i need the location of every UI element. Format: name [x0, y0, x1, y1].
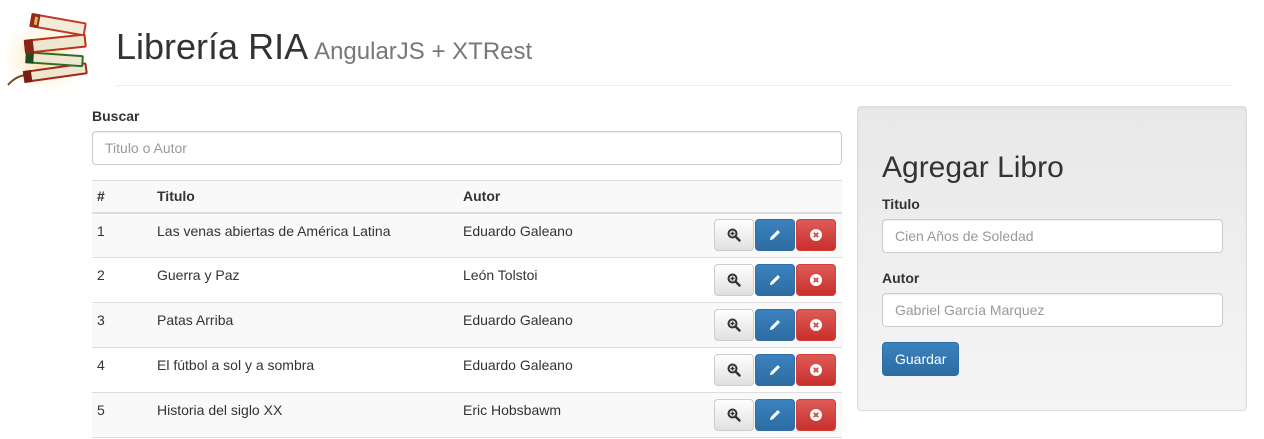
book-number: 3: [92, 302, 152, 348]
view-button[interactable]: [714, 399, 754, 431]
row-actions: [708, 212, 842, 258]
column-header-author: Autor: [458, 180, 708, 214]
book-number: 2: [92, 257, 152, 303]
delete-button[interactable]: [796, 354, 836, 386]
author-field[interactable]: [882, 293, 1223, 327]
delete-button[interactable]: [796, 309, 836, 341]
edit-button[interactable]: [755, 219, 795, 252]
book-author: Eduardo Galeano: [458, 347, 708, 393]
row-actions: [708, 392, 842, 438]
delete-button[interactable]: [796, 219, 836, 252]
app-subtitle: AngularJS + XTRest: [314, 38, 533, 65]
book-title: Las venas abiertas de América Latina: [152, 212, 458, 258]
author-field-label: Autor: [882, 270, 920, 286]
book-title: Historia del siglo XX: [152, 392, 458, 438]
add-book-title: Agregar Libro: [882, 151, 1064, 184]
edit-button[interactable]: [755, 264, 795, 296]
book-author: Eric Hobsbawm: [458, 392, 708, 438]
table-row: 2 Guerra y Paz León Tolstoi: [92, 257, 842, 303]
book-author: León Tolstoi: [458, 257, 708, 303]
title-field-label: Titulo: [882, 196, 920, 212]
delete-button[interactable]: [796, 399, 836, 431]
edit-button[interactable]: [755, 309, 795, 341]
book-title: Guerra y Paz: [152, 257, 458, 303]
table-row: 4 El fútbol a sol y a sombra Eduardo Galea…: [92, 347, 842, 393]
table-header: # Titulo Autor: [92, 180, 842, 214]
table-body: 1 Las venas abiertas de América Latina Edu…: [92, 212, 842, 438]
book-title: El fútbol a sol y a sombra: [152, 347, 458, 393]
row-actions: [708, 257, 842, 303]
save-button[interactable]: Guardar: [882, 342, 960, 376]
column-header-number: #: [92, 180, 152, 214]
view-button[interactable]: [714, 354, 754, 386]
search-label: Buscar: [92, 108, 140, 124]
table-row: 3 Patas Arriba Eduardo Galeano: [92, 302, 842, 348]
view-button[interactable]: [714, 219, 754, 252]
book-title: Patas Arriba: [152, 302, 458, 348]
book-number: 1: [92, 212, 152, 258]
edit-button[interactable]: [755, 354, 795, 386]
view-button[interactable]: [714, 264, 754, 296]
book-author: Eduardo Galeano: [458, 302, 708, 348]
book-number: 4: [92, 347, 152, 393]
row-actions: [708, 347, 842, 393]
column-header-actions: [708, 180, 842, 214]
column-header-title: Titulo: [152, 180, 458, 214]
edit-button[interactable]: [755, 399, 795, 431]
delete-button[interactable]: [796, 264, 836, 296]
page-title: Librería RIA AngularJS + XTRest: [116, 26, 532, 68]
book-author: Eduardo Galeano: [458, 212, 708, 258]
book-number: 5: [92, 392, 152, 438]
table-row: 1 Las venas abiertas de América Latina Edu…: [92, 212, 842, 258]
stacked-books-icon: [4, 3, 100, 91]
books-table: # Titulo Autor 1 Las venas abiertas de Am…: [92, 180, 842, 438]
search-input[interactable]: [92, 131, 842, 165]
title-field[interactable]: [882, 219, 1223, 253]
app-title: Librería RIA: [116, 26, 309, 67]
row-actions: [708, 302, 842, 348]
header-divider: [116, 85, 1232, 86]
add-book-panel: Agregar Libro Titulo Autor Guardar: [857, 106, 1247, 411]
table-row: 5 Historia del siglo XX Eric Hobsbawm: [92, 392, 842, 438]
view-button[interactable]: [714, 309, 754, 341]
